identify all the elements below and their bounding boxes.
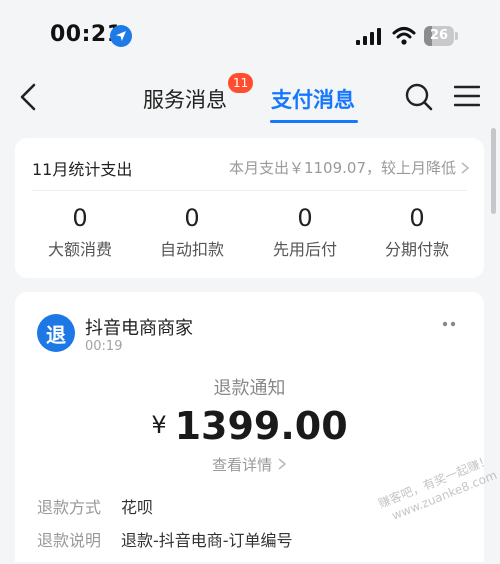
info-row-refund-method: 退款方式 花呗 (37, 494, 153, 518)
divider (32, 190, 467, 191)
info-label: 退款说明 (37, 531, 102, 550)
search-icon[interactable] (404, 82, 434, 112)
chevron-right-icon (461, 161, 470, 174)
notice-title: 退款通知 (213, 378, 286, 399)
monthly-spend-text: 本月支出￥1109.07，较上月降低 (228, 159, 456, 177)
cellular-signal-icon (356, 28, 381, 45)
stat-value: 0 (409, 204, 425, 232)
menu-icon[interactable] (454, 84, 480, 108)
tab-service-messages[interactable]: 服务消息 (143, 84, 227, 114)
view-details-label: 查看详情 (212, 456, 273, 474)
summary-title: 11月统计支出 (32, 160, 133, 179)
message-nav: 服务消息 11 支付消息 (0, 70, 500, 128)
info-value: 退款-抖音电商-订单编号 (121, 531, 293, 550)
unread-count-badge: 11 (228, 73, 254, 93)
amount-value: 1399.00 (174, 404, 348, 448)
more-options-icon[interactable] (439, 320, 459, 328)
location-arrow-icon (110, 25, 132, 47)
info-row-refund-note: 退款说明 退款-抖音电商-订单编号 (37, 527, 293, 551)
chevron-right-icon (278, 458, 287, 470)
info-label: 退款方式 (37, 498, 102, 517)
refund-amount: ¥1399.00 (15, 404, 484, 448)
message-time: 00:19 (85, 339, 123, 354)
stat-pay-later[interactable]: 0 先用后付 (250, 204, 360, 260)
refund-avatar-icon: 退 (37, 314, 75, 352)
stat-value: 0 (297, 204, 313, 232)
stat-auto-debit[interactable]: 0 自动扣款 (137, 204, 247, 260)
merchant-name: 抖音电商商家 (85, 318, 193, 339)
stat-label: 大额消费 (47, 240, 112, 259)
info-value: 花呗 (121, 498, 154, 517)
scrollbar[interactable] (491, 128, 496, 214)
view-details-link[interactable]: 查看详情 (15, 454, 484, 475)
active-tab-indicator (270, 120, 358, 123)
stat-large-spending[interactable]: 0 大额消费 (25, 204, 135, 260)
monthly-spending-card[interactable]: 11月统计支出 本月支出￥1109.07，较上月降低 0 大额消费 0 自动扣款… (15, 138, 484, 278)
wifi-icon (392, 27, 416, 45)
tab-payment-messages[interactable]: 支付消息 (271, 84, 355, 114)
monthly-spend-link[interactable]: 本月支出￥1109.07，较上月降低 (229, 157, 470, 178)
stat-label: 分期付款 (384, 240, 449, 259)
stat-value: 0 (72, 204, 88, 232)
back-button[interactable] (14, 80, 44, 114)
battery-icon: 26 (424, 26, 458, 46)
battery-percentage: 26 (429, 28, 449, 43)
stat-label: 自动扣款 (159, 240, 224, 259)
stat-installments[interactable]: 0 分期付款 (362, 204, 472, 260)
stat-label: 先用后付 (272, 240, 337, 259)
currency-symbol: ¥ (151, 411, 167, 439)
status-bar: 00:21 26 (0, 0, 500, 70)
stat-value: 0 (184, 204, 200, 232)
